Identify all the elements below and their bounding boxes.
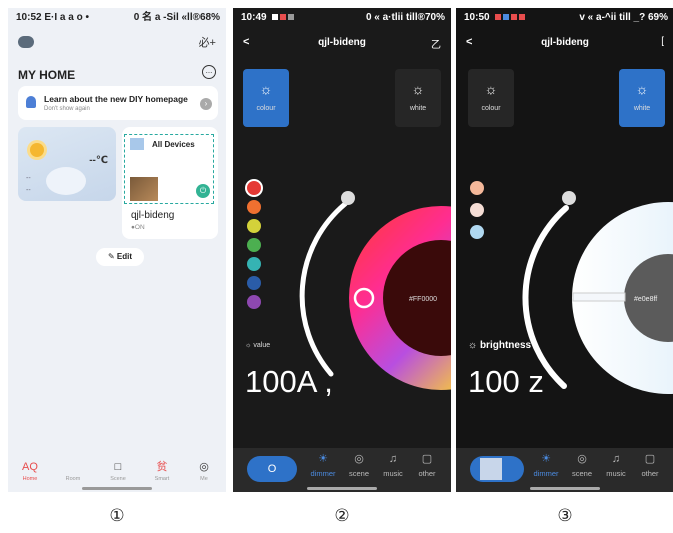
brightness-row: ☼ brightness xyxy=(468,340,531,351)
colour-wheel-area[interactable]: #FF0000 xyxy=(233,8,451,492)
device-status: ●ON xyxy=(131,224,145,231)
tab-label: Smart xyxy=(154,476,170,482)
banner-dismiss-link[interactable]: Don't show again xyxy=(44,106,90,112)
music-icon: ♫ xyxy=(388,453,398,465)
page-title: MY HOME xyxy=(18,68,76,82)
toggle-knob xyxy=(480,458,502,480)
tab-room[interactable]: Room xyxy=(53,460,93,482)
tab-label: other xyxy=(641,469,659,478)
tab-label: scene xyxy=(571,469,592,478)
chevron-right-icon[interactable]: › xyxy=(200,98,212,110)
hex-value: #e0e8ff xyxy=(634,296,657,303)
value-row: ☼ value xyxy=(245,342,270,349)
tab-scene[interactable]: ◎ scene xyxy=(566,452,598,478)
sun-icon: ☀ xyxy=(541,453,551,465)
tab-me[interactable]: ◎ Me xyxy=(184,460,224,482)
brightness-handle[interactable] xyxy=(562,191,576,205)
value-label: value xyxy=(253,342,271,349)
hex-value: #FF0000 xyxy=(409,296,437,303)
home-indicator xyxy=(82,487,152,490)
smart-icon: 贫 xyxy=(156,461,168,473)
value-readout: 100A , xyxy=(245,364,333,399)
tab-label: music xyxy=(383,469,403,478)
tab-label: Scene xyxy=(110,476,126,482)
weather-detail-1: -- xyxy=(26,175,31,182)
device-name: qjl-bideng xyxy=(131,210,175,221)
tab-music[interactable]: ♫ music xyxy=(377,452,409,478)
scene-icon: □ xyxy=(114,461,122,473)
device-image xyxy=(130,177,158,201)
tab-dimmer[interactable]: ☀ dimmer xyxy=(307,452,339,478)
caption-1: ① xyxy=(109,506,125,525)
status-time: 10:52 E·I a a o • xyxy=(16,12,89,23)
tab-label: dimmer xyxy=(310,469,336,478)
status-bar: 10:52 E·I a a o • 0 名 a -Sil «ll®68% xyxy=(8,8,226,28)
banner-title: Learn about the new DIY homepage xyxy=(44,94,188,104)
screen-white: 10:50 v « a-^ii till _? 69% < qjl-bideng… xyxy=(456,8,673,492)
scene-icon: ◎ xyxy=(577,453,587,465)
edit-button[interactable]: ✎ Edit xyxy=(96,248,144,266)
tab-home[interactable]: AQ Home xyxy=(10,460,50,482)
music-icon: ♫ xyxy=(611,453,621,465)
other-icon: ▢ xyxy=(644,453,656,465)
caption-2: ② xyxy=(334,506,350,525)
me-icon: ◎ xyxy=(199,461,209,473)
home-icon: AQ xyxy=(22,461,38,473)
white-picker-handle[interactable] xyxy=(572,292,626,302)
power-toggle-button[interactable] xyxy=(470,456,524,482)
tab-label: music xyxy=(606,469,626,478)
sun-icon: ☀ xyxy=(318,453,328,465)
white-wheel-area[interactable]: #e0e8ff xyxy=(456,8,673,492)
weather-detail-2: -- xyxy=(26,187,31,194)
avatar[interactable] xyxy=(18,36,34,48)
add-device-button[interactable]: 必+ xyxy=(199,34,216,50)
grid-icon xyxy=(130,138,144,150)
tab-scene[interactable]: □ Scene xyxy=(98,460,138,482)
status-indicators: 0 名 a -Sil «ll®68% xyxy=(133,12,220,23)
brightness-arc[interactable] xyxy=(299,201,348,377)
tab-music[interactable]: ♫ music xyxy=(600,452,632,478)
caption-3: ③ xyxy=(557,506,573,525)
tab-scene[interactable]: ◎ scene xyxy=(343,452,375,478)
cloud-icon xyxy=(46,167,86,195)
tab-other[interactable]: ▢ other xyxy=(634,452,666,478)
all-devices-label: All Devices xyxy=(152,140,195,149)
tab-smart[interactable]: 贫 Smart xyxy=(142,460,182,482)
scene-icon: ◎ xyxy=(354,453,364,465)
tab-label: dimmer xyxy=(533,469,559,478)
tab-other[interactable]: ▢ other xyxy=(411,452,443,478)
pencil-icon: ✎ xyxy=(107,252,115,261)
power-button[interactable]: ⏻ xyxy=(196,184,210,198)
tab-label: scene xyxy=(348,469,369,478)
sun-icon: ☼ xyxy=(245,342,252,349)
brightness-handle[interactable] xyxy=(341,191,355,205)
bottom-tab-bar: AQ Home Room □ Scene 贫 Smart ◎ Me xyxy=(8,460,226,488)
diy-banner[interactable]: Learn about the new DIY homepage Don't s… xyxy=(18,86,218,120)
room-icon xyxy=(53,460,93,474)
brightness-icon: ☼ xyxy=(468,340,478,351)
power-toggle-button[interactable]: O xyxy=(247,456,297,482)
tab-dimmer[interactable]: ☀ dimmer xyxy=(530,452,562,478)
more-icon[interactable]: ... xyxy=(202,65,216,79)
home-indicator xyxy=(307,487,377,490)
edit-label: Edit xyxy=(116,252,133,261)
screen-colour: 10:49 0 « a·tlii till®70% < qjl-bideng 乙… xyxy=(233,8,451,492)
home-indicator xyxy=(530,487,600,490)
bulb-icon xyxy=(26,96,36,108)
weather-card[interactable]: --℃ -- -- xyxy=(18,127,116,201)
screen-home: 10:52 E·I a a o • 0 名 a -Sil «ll®68% 必+ … xyxy=(8,8,226,492)
brightness-readout: 100 z xyxy=(468,364,544,399)
other-icon: ▢ xyxy=(421,453,433,465)
temperature: --℃ xyxy=(89,155,108,166)
tab-label: Room xyxy=(65,476,81,482)
sun-icon xyxy=(30,143,44,157)
tab-label: Home xyxy=(22,476,38,482)
brightness-label: brightness xyxy=(479,340,532,351)
tab-label: Me xyxy=(200,476,208,482)
brightness-arc[interactable] xyxy=(522,205,569,389)
tab-label: other xyxy=(418,469,436,478)
